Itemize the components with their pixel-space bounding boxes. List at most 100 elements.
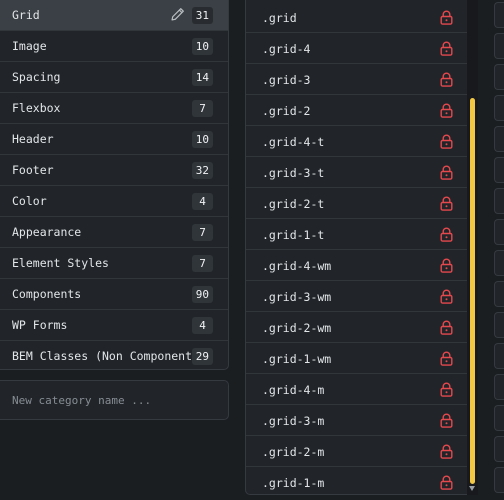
- right-panel-cell: [494, 467, 504, 493]
- category-label: Appearance: [12, 225, 82, 239]
- category-item[interactable]: Color 4: [0, 186, 228, 217]
- class-label: .grid-4-m: [262, 383, 325, 397]
- category-count-badge: 29: [191, 348, 213, 365]
- category-label: WP Forms: [12, 318, 68, 332]
- lock-icon[interactable]: [440, 413, 453, 428]
- class-item[interactable]: .grid-2: [246, 95, 469, 126]
- lock-icon[interactable]: [440, 258, 453, 273]
- category-count-badge: 7: [192, 255, 213, 272]
- lock-icon[interactable]: [440, 196, 453, 211]
- class-item[interactable]: .grid-2-m: [246, 436, 469, 467]
- class-item[interactable]: .grid-3: [246, 64, 469, 95]
- right-panel-cell: [494, 343, 504, 369]
- class-item[interactable]: .grid-1-m: [246, 467, 469, 494]
- category-count-badge: 4: [192, 317, 213, 334]
- class-item[interactable]: .grid-3-m: [246, 405, 469, 436]
- category-label: Color: [12, 194, 47, 208]
- category-count-badge: 10: [191, 38, 213, 55]
- right-panel-cell: [494, 250, 504, 276]
- lock-icon[interactable]: [440, 444, 453, 459]
- category-count-badge: 10: [191, 131, 213, 148]
- category-item[interactable]: Grid 31: [0, 0, 228, 31]
- lock-icon[interactable]: [440, 475, 453, 490]
- class-list: .grid .grid-4 .grid-3 .grid-2 .grid-4-t .grid…: [245, 0, 478, 495]
- class-label: .grid-4-t: [262, 135, 325, 149]
- category-count-badge: 90: [191, 286, 213, 303]
- category-item[interactable]: WP Forms 4: [0, 310, 228, 341]
- category-item[interactable]: Footer 32: [0, 155, 228, 186]
- class-item[interactable]: .grid-1-t: [246, 219, 469, 250]
- lock-icon[interactable]: [440, 10, 453, 25]
- lock-icon[interactable]: [440, 72, 453, 87]
- class-item[interactable]: .grid: [246, 2, 469, 33]
- lock-icon[interactable]: [440, 103, 453, 118]
- right-panel-cell: [494, 436, 504, 462]
- right-panel-cell: [494, 157, 504, 183]
- lock-icon[interactable]: [440, 351, 453, 366]
- pencil-icon[interactable]: [170, 7, 185, 22]
- new-category-input[interactable]: [0, 381, 228, 419]
- category-item[interactable]: BEM Classes (Non Component) 29: [0, 341, 228, 369]
- class-item[interactable]: .grid-4-m: [246, 374, 469, 405]
- category-label: Header: [12, 132, 54, 146]
- right-panel-cell: [494, 405, 504, 431]
- class-label: .grid: [262, 11, 297, 25]
- right-panel-cell: [494, 374, 504, 400]
- category-label: Flexbox: [12, 101, 61, 115]
- class-label: .grid-4: [262, 42, 311, 56]
- right-panel-cell: [494, 64, 504, 90]
- category-label: Element Styles: [12, 256, 109, 270]
- right-panel-cell: [494, 2, 504, 28]
- class-label: .grid-2-wm: [262, 321, 332, 335]
- category-label: Components: [12, 287, 82, 301]
- right-panel-cell: [494, 126, 504, 152]
- class-label: .grid-3-wm: [262, 290, 332, 304]
- right-panel-cell: [494, 95, 504, 121]
- scroll-thumb[interactable]: [470, 98, 475, 484]
- category-list: Grid 31 Image 10 Spacing 14 Flexbox 7 Header 10 Fo…: [0, 0, 229, 370]
- class-label: .grid-3-t: [262, 166, 325, 180]
- lock-icon[interactable]: [440, 382, 453, 397]
- category-item[interactable]: Components 90: [0, 279, 228, 310]
- category-item[interactable]: Header 10: [0, 124, 228, 155]
- lock-icon[interactable]: [440, 227, 453, 242]
- class-label: .grid-1-t: [262, 228, 325, 242]
- category-item[interactable]: Appearance 7: [0, 217, 228, 248]
- class-item[interactable]: .grid-2-t: [246, 188, 469, 219]
- lock-icon[interactable]: [440, 134, 453, 149]
- category-item[interactable]: Image 10: [0, 31, 228, 62]
- category-item[interactable]: Flexbox 7: [0, 93, 228, 124]
- class-item[interactable]: .grid-4-t: [246, 126, 469, 157]
- category-item[interactable]: Spacing 14: [0, 62, 228, 93]
- lock-icon[interactable]: [440, 289, 453, 304]
- class-item[interactable]: .grid-1-wm: [246, 343, 469, 374]
- class-label: .grid-1-wm: [262, 352, 332, 366]
- new-category-field[interactable]: [0, 380, 229, 420]
- lock-icon[interactable]: [440, 41, 453, 56]
- class-item[interactable]: .grid-3-t: [246, 157, 469, 188]
- class-label: .grid-4-wm: [262, 259, 332, 273]
- class-item[interactable]: .grid-2-wm: [246, 312, 469, 343]
- class-label: .grid-2: [262, 104, 311, 118]
- category-item[interactable]: Element Styles 7: [0, 248, 228, 279]
- lock-icon[interactable]: [440, 165, 453, 180]
- category-label: Image: [12, 39, 47, 53]
- category-count-badge: 31: [191, 7, 213, 24]
- scroll-down-arrow-icon[interactable]: [469, 486, 475, 491]
- class-item[interactable]: .grid-3-wm: [246, 281, 469, 312]
- right-panel-partial: [494, 0, 504, 500]
- class-label: .grid-2-t: [262, 197, 325, 211]
- lock-icon[interactable]: [440, 320, 453, 335]
- class-item[interactable]: .grid-4: [246, 33, 469, 64]
- category-count-badge: 4: [192, 193, 213, 210]
- class-label: .grid-3: [262, 73, 311, 87]
- category-label: Spacing: [12, 70, 61, 84]
- class-list-scrollbar[interactable]: [467, 0, 478, 495]
- category-label: Grid: [12, 8, 40, 22]
- class-item[interactable]: .grid-4-wm: [246, 250, 469, 281]
- right-panel-cell: [494, 281, 504, 307]
- category-label: BEM Classes (Non Component): [12, 349, 199, 363]
- right-panel-cell: [494, 312, 504, 338]
- class-label: .grid-2-m: [262, 445, 325, 459]
- category-count-badge: 32: [191, 162, 213, 179]
